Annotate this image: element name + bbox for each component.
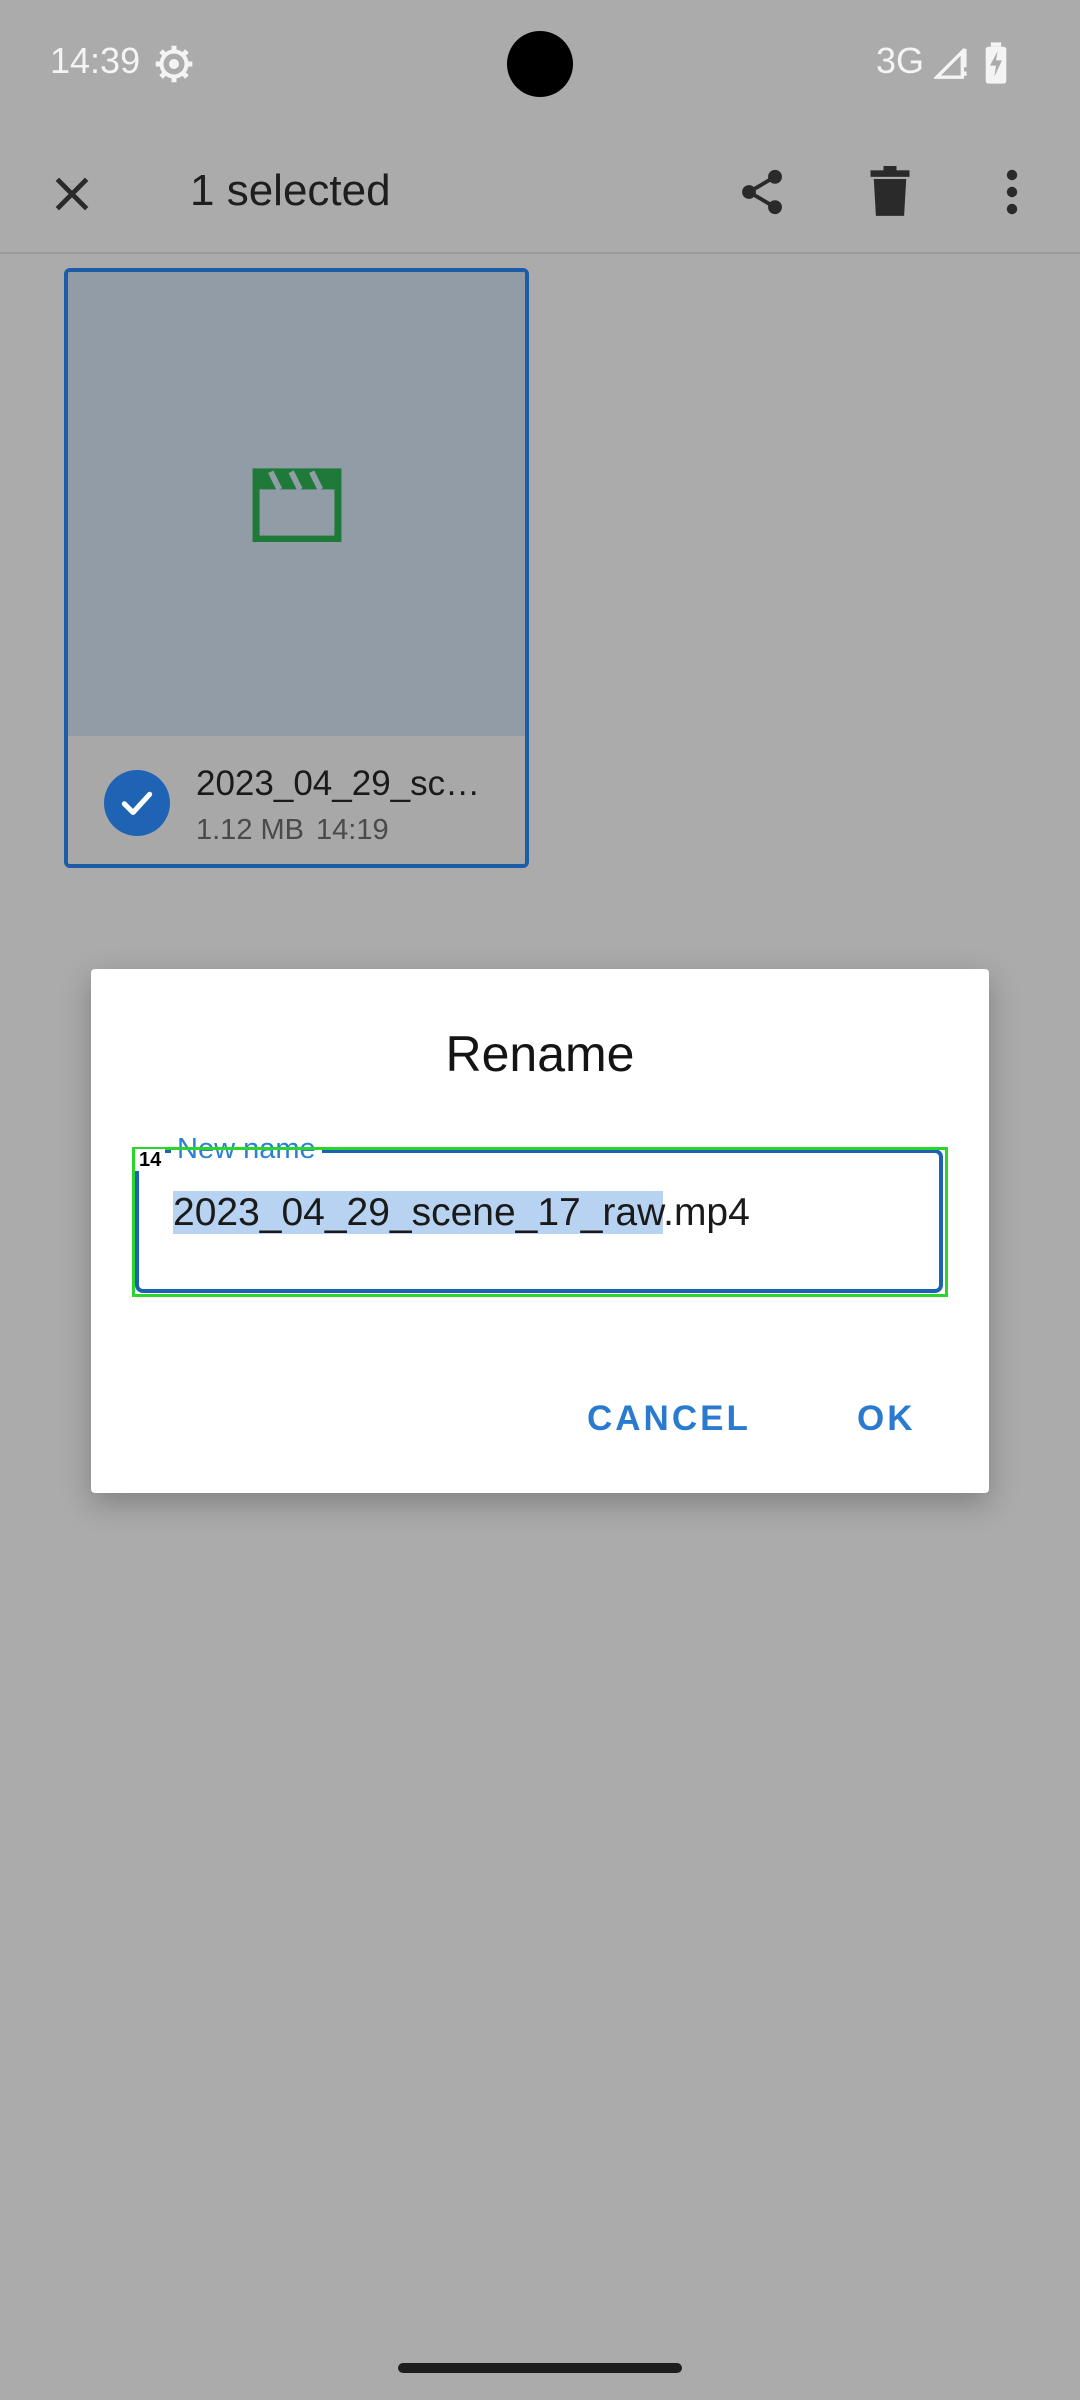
status-time: 14:39 [50, 40, 141, 81]
file-card-selected[interactable]: 2023_04_29_sc… 1.12 MB 14:19 [64, 268, 529, 868]
movie-clapper-icon [252, 468, 342, 542]
close-icon [55, 177, 89, 211]
dialog-actions: CANCEL OK [91, 1399, 989, 1463]
battery-charging-icon [985, 42, 1007, 84]
cancel-button[interactable]: CANCEL [587, 1399, 751, 1439]
new-name-label: New name [171, 1133, 322, 1166]
more-options-button[interactable] [976, 156, 1048, 228]
file-size: 1.12 MB [196, 814, 304, 846]
file-info: 2023_04_29_sc… 1.12 MB 14:19 [68, 736, 525, 864]
signal-icon [934, 47, 967, 79]
file-name: 2023_04_29_sc… [196, 764, 481, 803]
file-meta: 1.12 MB 14:19 [196, 814, 389, 847]
rename-dialog: Rename New name 2023_04_29_scene_17_raw.… [91, 969, 989, 1493]
share-icon [742, 169, 782, 215]
dialog-title: Rename [445, 1026, 635, 1082]
home-gesture-bar[interactable] [398, 2363, 682, 2373]
selected-check-badge [104, 770, 170, 836]
close-selection-button[interactable] [36, 158, 108, 230]
element-index-tag: 14 [135, 1149, 166, 1171]
delete-icon [870, 166, 910, 216]
settings-gear-icon [155, 45, 193, 83]
delete-button[interactable] [854, 156, 926, 228]
camera-cutout [507, 31, 573, 97]
more-vert-icon [1006, 169, 1018, 215]
selected-text: 2023_04_29_scene_17_raw [173, 1191, 664, 1234]
ok-button[interactable]: OK [857, 1399, 916, 1439]
network-type: 3G [876, 40, 925, 81]
file-time: 14:19 [316, 814, 389, 846]
status-bar: 14:39 3G [0, 0, 1080, 128]
file-extension: .mp4 [663, 1191, 750, 1234]
selection-count-title: 1 selected [190, 166, 391, 215]
share-button[interactable] [726, 156, 798, 228]
check-icon [121, 791, 153, 816]
file-thumbnail [68, 272, 525, 736]
selection-app-bar: 1 selected [0, 128, 1080, 254]
new-name-value[interactable]: 2023_04_29_scene_17_raw.mp4 [173, 1191, 750, 1235]
